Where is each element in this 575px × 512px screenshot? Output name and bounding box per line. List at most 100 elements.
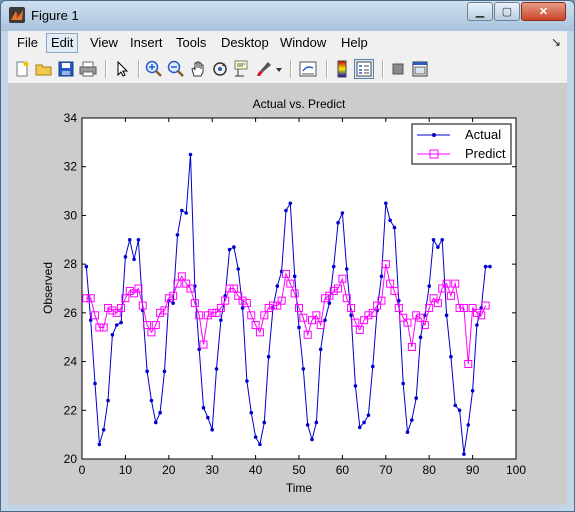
pointer-icon[interactable] xyxy=(112,59,132,79)
pan-hand-icon[interactable] xyxy=(188,59,208,79)
actual-point xyxy=(114,323,119,327)
actual-point xyxy=(249,410,254,415)
menu-view[interactable]: View xyxy=(86,34,122,52)
title-bar[interactable]: Figure 1 ▁ ▢ ✕ xyxy=(1,1,574,31)
actual-point xyxy=(301,367,306,371)
close-icon: ✕ xyxy=(538,6,549,18)
actual-point xyxy=(370,364,375,369)
minimize-icon: ▁ xyxy=(475,6,485,18)
dock-figure-icon[interactable]: ↘ xyxy=(551,35,561,49)
x-tick-label: 60 xyxy=(336,463,350,477)
actual-point xyxy=(262,420,267,425)
actual-point xyxy=(136,237,141,242)
actual-point xyxy=(162,369,167,374)
colorbar-icon[interactable] xyxy=(332,59,352,79)
zoom-out-icon[interactable] xyxy=(166,59,186,79)
x-tick-label: 10 xyxy=(119,463,133,477)
actual-point xyxy=(266,354,271,359)
actual-point xyxy=(93,381,97,386)
x-tick-label: 20 xyxy=(162,463,176,477)
toolbar-separator xyxy=(138,60,140,78)
legend[interactable]: Actual Predict xyxy=(411,123,512,165)
actual-point xyxy=(475,323,479,327)
actual-point xyxy=(318,347,323,352)
maximize-button[interactable]: ▢ xyxy=(494,2,520,21)
y-tick-label: 24 xyxy=(64,355,78,369)
open-file-icon[interactable] xyxy=(34,59,54,79)
x-tick-label: 40 xyxy=(249,463,263,477)
actual-point xyxy=(362,420,366,425)
menu-tools[interactable]: Tools xyxy=(172,34,210,52)
actual-point xyxy=(470,389,475,393)
hide-plot-tools-icon[interactable] xyxy=(388,59,408,79)
actual-point xyxy=(331,264,336,269)
actual-point xyxy=(245,379,249,383)
actual-point xyxy=(97,442,102,447)
toolbar-separator xyxy=(290,60,292,78)
data-cursor-icon[interactable] xyxy=(232,59,252,79)
actual-point xyxy=(214,367,219,371)
toolbar-separator xyxy=(326,60,328,78)
actual-point xyxy=(488,264,492,269)
menu-help[interactable]: Help xyxy=(337,34,372,52)
actual-point xyxy=(188,152,193,157)
actual-point xyxy=(284,208,288,213)
x-tick-label: 90 xyxy=(466,463,480,477)
actual-point xyxy=(444,313,449,318)
axes-box[interactable] xyxy=(81,117,517,460)
actual-point xyxy=(297,325,301,330)
actual-point xyxy=(344,267,349,271)
menu-insert[interactable]: Insert xyxy=(126,34,167,52)
actual-point xyxy=(449,354,453,359)
actual-point xyxy=(258,442,262,447)
actual-point xyxy=(184,211,188,215)
actual-point xyxy=(158,410,162,415)
new-figure-icon[interactable] xyxy=(12,59,32,79)
actual-point xyxy=(388,218,392,223)
actual-point xyxy=(349,313,353,318)
zoom-in-icon[interactable] xyxy=(144,59,164,79)
legend-marker xyxy=(432,133,436,137)
minimize-button[interactable]: ▁ xyxy=(467,2,493,21)
actual-point xyxy=(366,413,371,417)
actual-point xyxy=(206,415,210,420)
actual-point xyxy=(145,369,149,374)
legend-label: Predict xyxy=(465,146,506,161)
menu-window[interactable]: Window xyxy=(276,34,330,52)
show-plot-tools-icon[interactable] xyxy=(410,59,430,79)
actual-point xyxy=(310,437,314,442)
actual-point xyxy=(353,384,358,388)
close-button[interactable]: ✕ xyxy=(521,2,566,21)
actual-point xyxy=(201,406,206,410)
actual-point xyxy=(440,237,445,242)
brush-icon[interactable] xyxy=(254,59,274,79)
actual-point xyxy=(149,398,154,403)
legend-icon[interactable] xyxy=(354,59,374,79)
actual-point xyxy=(466,423,471,427)
y-tick-label: 22 xyxy=(64,403,78,417)
menu-file[interactable]: File xyxy=(13,34,42,52)
actual-point xyxy=(457,408,462,413)
menu-desktop[interactable]: Desktop xyxy=(217,34,273,52)
actual-point xyxy=(227,247,232,252)
brush-dropdown-icon[interactable] xyxy=(274,59,284,79)
x-tick-label: 50 xyxy=(292,463,306,477)
menu-edit[interactable]: Edit xyxy=(46,33,79,53)
print-icon[interactable] xyxy=(78,59,98,79)
link-plot-icon[interactable] xyxy=(298,59,318,79)
toolbar-separator xyxy=(382,60,384,78)
actual-point xyxy=(232,245,236,249)
actual-point xyxy=(427,284,432,288)
figure-window: Figure 1 ▁ ▢ ✕ File Edit View Insert Too… xyxy=(0,0,575,512)
y-axis-label: Observed xyxy=(41,262,55,314)
actual-point xyxy=(305,423,310,427)
y-tick-label: 26 xyxy=(64,306,78,320)
figure-canvas: Actual vs. Predict Time Observed 0 10 20 30… xyxy=(8,84,567,505)
actual-point xyxy=(379,274,384,279)
save-icon[interactable] xyxy=(56,59,76,79)
actual-point xyxy=(175,233,180,237)
actual-point xyxy=(384,201,388,206)
rotate-3d-icon[interactable] xyxy=(210,59,230,79)
chart-title: Actual vs. Predict xyxy=(253,97,346,111)
actual-point xyxy=(292,274,297,279)
